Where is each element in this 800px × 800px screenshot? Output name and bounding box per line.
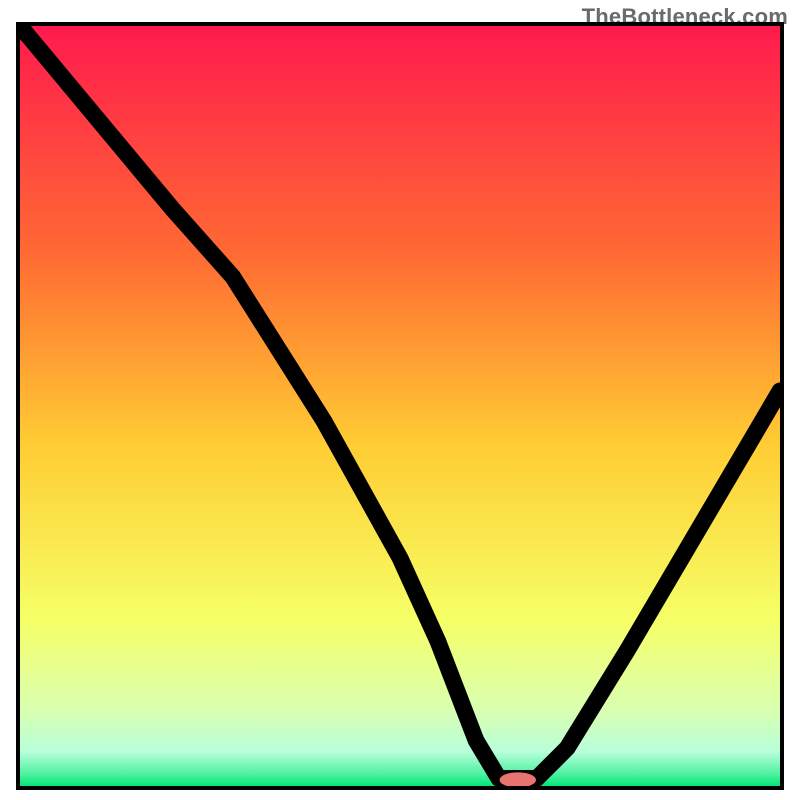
chart-frame — [16, 22, 784, 790]
chart-stage: TheBottleneck.com — [0, 0, 800, 800]
chart-svg — [20, 26, 780, 786]
chart-background — [20, 26, 780, 786]
